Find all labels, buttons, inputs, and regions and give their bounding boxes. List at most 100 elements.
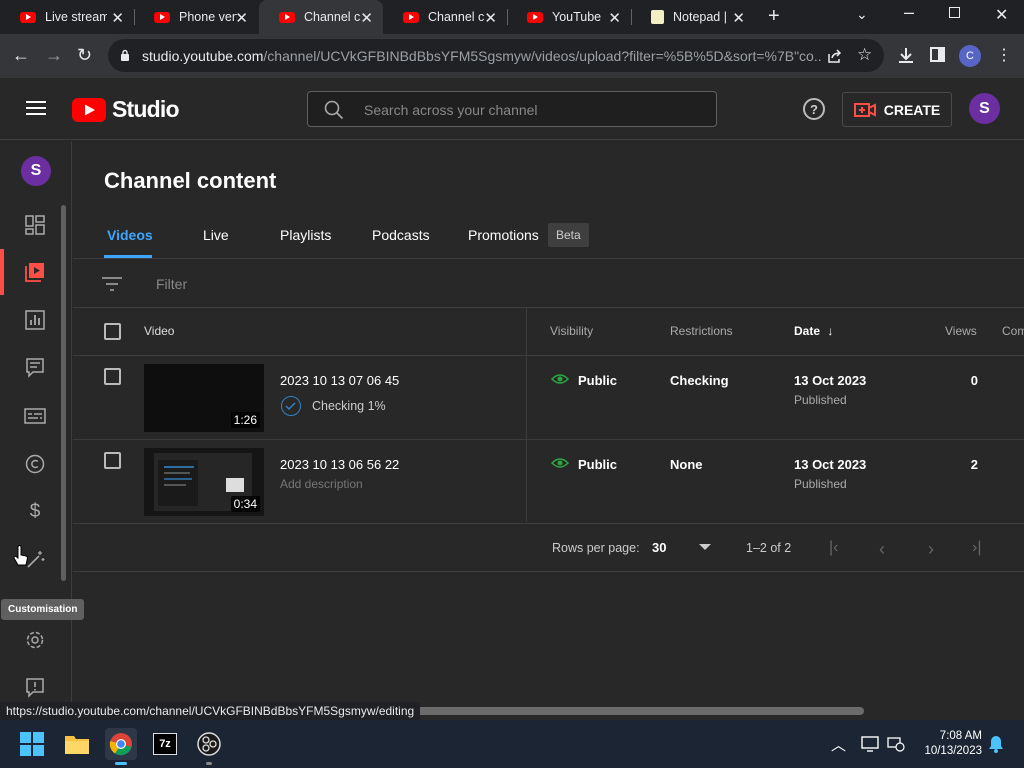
obs-icon[interactable] xyxy=(193,728,225,765)
sidebar-item-customisation[interactable] xyxy=(0,537,70,583)
notification-bell-icon[interactable] xyxy=(988,735,1004,753)
col-date[interactable]: Date ↓ xyxy=(794,324,833,338)
studio-logo[interactable]: Studio xyxy=(72,96,180,123)
first-page-icon[interactable]: |‹ xyxy=(829,539,838,557)
sidebar-item-settings[interactable] xyxy=(0,617,70,663)
row-checkbox[interactable] xyxy=(104,452,121,469)
status-url-bar: https://studio.youtube.com/channel/UCVkG… xyxy=(0,702,421,720)
col-views[interactable]: Views xyxy=(945,324,977,338)
select-all-checkbox[interactable] xyxy=(104,323,121,340)
youtube-icon xyxy=(20,11,36,23)
studio-header: Studio Search across your channel ? CREA… xyxy=(0,78,1024,140)
download-icon[interactable] xyxy=(897,46,915,64)
tab-title: YouTube xyxy=(552,10,602,24)
hamburger-menu-icon[interactable] xyxy=(26,100,46,116)
video-title[interactable]: 2023 10 13 07 06 45 xyxy=(280,373,399,388)
close-tab-icon[interactable]: ✕ xyxy=(235,9,248,27)
forward-icon[interactable]: → xyxy=(45,45,63,65)
sidebar-item-analytics[interactable] xyxy=(0,297,70,343)
col-visibility[interactable]: Visibility xyxy=(550,324,593,338)
next-page-icon[interactable]: › xyxy=(928,539,934,560)
clock-date: 10/13/2023 xyxy=(924,745,982,757)
last-page-icon[interactable]: ›| xyxy=(972,539,981,557)
back-icon[interactable]: ← xyxy=(12,45,30,65)
bookmark-star-icon[interactable]: ☆ xyxy=(857,45,872,65)
sidebar-item-comments[interactable] xyxy=(0,345,70,391)
settings-icon xyxy=(26,631,44,649)
studio-logo-text: Studio xyxy=(112,96,180,122)
search-input[interactable]: Search across your channel xyxy=(307,91,717,127)
video-thumbnail[interactable]: 0:34 xyxy=(144,448,264,516)
sidebar-item-earn[interactable]: $ xyxy=(0,489,70,535)
video-duration: 0:34 xyxy=(230,496,260,512)
tab-playlists[interactable]: Playlists xyxy=(280,227,331,243)
sort-arrow-down-icon: ↓ xyxy=(827,324,834,338)
browser-tab[interactable]: YouTube ✕ xyxy=(507,0,631,34)
visibility-value[interactable]: Public xyxy=(578,457,617,472)
browser-menu-icon[interactable]: ⋮ xyxy=(996,45,1012,65)
close-window-icon[interactable]: ✕ xyxy=(995,5,1008,25)
address-bar[interactable]: studio.youtube.com/channel/UCVkGFBINBdBb… xyxy=(108,39,884,72)
display-icon[interactable] xyxy=(861,736,879,752)
new-tab-icon[interactable]: + xyxy=(768,5,780,28)
date-status: Published xyxy=(794,477,847,491)
help-icon[interactable]: ? xyxy=(803,98,825,120)
col-comments[interactable]: Com xyxy=(1002,324,1024,338)
row-checkbox[interactable] xyxy=(104,368,121,385)
7zip-icon[interactable]: 7z xyxy=(149,728,181,760)
close-tab-icon[interactable]: ✕ xyxy=(608,9,621,27)
channel-avatar[interactable]: S xyxy=(21,156,51,186)
content-icon xyxy=(25,263,44,282)
close-tab-icon[interactable]: ✕ xyxy=(111,9,124,27)
reload-icon[interactable]: ↻ xyxy=(77,45,92,65)
horizontal-scrollbar[interactable] xyxy=(416,707,864,715)
close-tab-icon[interactable]: ✕ xyxy=(360,9,373,27)
share-icon[interactable] xyxy=(826,48,842,64)
page-range: 1–2 of 2 xyxy=(746,541,792,555)
tab-live[interactable]: Live xyxy=(203,227,229,243)
network-icon[interactable] xyxy=(887,736,905,752)
filter-icon[interactable] xyxy=(102,277,122,291)
profile-avatar[interactable]: C xyxy=(959,45,981,67)
tab-promotions[interactable]: Promotions xyxy=(468,227,539,243)
browser-tab-active[interactable]: Channel c ✕ xyxy=(259,0,383,34)
video-title[interactable]: 2023 10 13 06 56 22 xyxy=(280,457,399,472)
add-description-link[interactable]: Add description xyxy=(280,477,363,491)
tab-podcasts[interactable]: Podcasts xyxy=(372,227,430,243)
col-restrictions[interactable]: Restrictions xyxy=(670,324,733,338)
account-avatar[interactable]: S xyxy=(969,93,1000,124)
youtube-icon xyxy=(154,11,170,23)
checking-progress-icon xyxy=(281,396,301,416)
views-value: 0 xyxy=(970,373,978,388)
search-icon xyxy=(324,100,344,120)
file-explorer-icon[interactable] xyxy=(61,728,93,760)
rows-per-page-select[interactable]: 30 xyxy=(652,539,714,557)
previous-page-icon[interactable]: ‹ xyxy=(879,539,885,560)
notepad-icon xyxy=(651,10,664,24)
sidebar-item-copyright[interactable] xyxy=(0,441,70,487)
show-hidden-icons[interactable]: ︿ xyxy=(831,734,846,755)
browser-tab[interactable]: Channel c ✕ xyxy=(383,0,507,34)
chrome-taskbar-icon[interactable] xyxy=(105,728,137,765)
tab-search-icon[interactable]: ⌄ xyxy=(856,6,868,23)
visibility-value[interactable]: Public xyxy=(578,373,617,388)
video-thumbnail[interactable]: 1:26 xyxy=(144,364,264,432)
minimize-icon[interactable]: – xyxy=(904,2,914,23)
side-panel-icon[interactable] xyxy=(930,47,945,62)
sidebar-scrollbar[interactable] xyxy=(61,205,66,581)
create-button[interactable]: CREATE xyxy=(842,92,952,127)
sidebar-item-dashboard[interactable] xyxy=(0,202,70,248)
restore-icon[interactable] xyxy=(949,7,960,18)
close-tab-icon[interactable]: ✕ xyxy=(732,9,745,27)
sidebar-item-subtitles[interactable] xyxy=(0,393,70,439)
sidebar-item-content[interactable] xyxy=(0,249,70,295)
filter-input[interactable]: Filter xyxy=(156,276,187,292)
windows-start-icon[interactable] xyxy=(16,728,48,760)
tab-videos[interactable]: Videos xyxy=(107,227,153,243)
browser-tab[interactable]: Live stream ✕ xyxy=(0,0,134,34)
system-clock[interactable]: 7:08 AM 10/13/2023 xyxy=(912,729,982,759)
browser-tab[interactable]: Phone vert ✕ xyxy=(134,0,258,34)
close-tab-icon[interactable]: ✕ xyxy=(484,9,497,27)
tab-title: Notepad | xyxy=(673,10,727,24)
browser-tab[interactable]: Notepad | ✕ xyxy=(631,0,755,34)
